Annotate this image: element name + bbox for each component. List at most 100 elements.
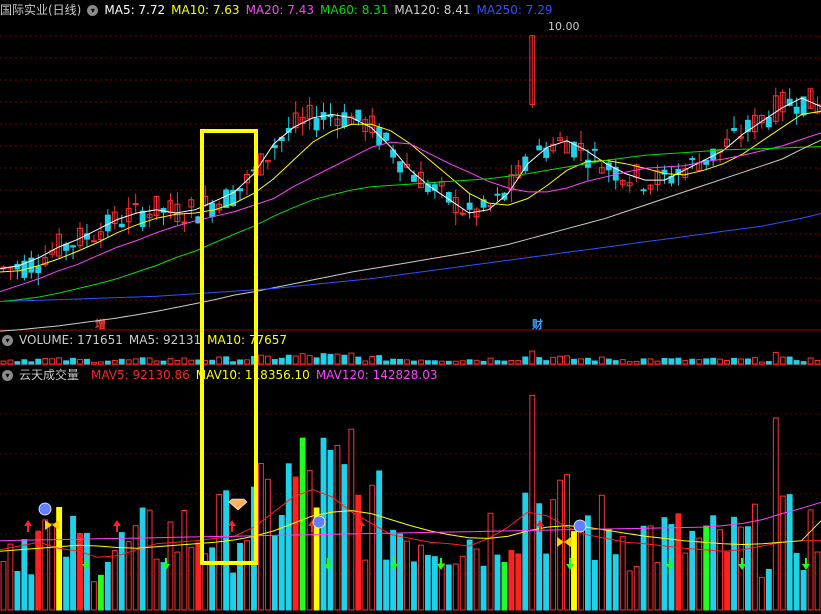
volume-bar (758, 361, 765, 365)
indicator-bar (487, 512, 494, 611)
indicator-bar (703, 525, 710, 611)
volume-bar (327, 353, 334, 365)
indicator-bar (411, 561, 417, 611)
volume-bar (814, 360, 821, 365)
indicator-bars (0, 394, 821, 611)
indicator-bar (264, 478, 271, 611)
candle-body (689, 158, 696, 161)
indicator-bar (257, 463, 264, 611)
indicator-bar (626, 570, 633, 611)
indicator-bar (598, 494, 605, 611)
indicator-bar (153, 558, 160, 611)
indicator-bar (223, 490, 230, 611)
indicator-bar (800, 570, 807, 611)
indicator-bar (765, 568, 772, 611)
indicator-bar (49, 523, 56, 611)
volume-bar (494, 360, 501, 365)
volume-bar (181, 357, 188, 365)
indicator-bar (118, 532, 125, 611)
indicator-bar (675, 513, 682, 611)
volume-bar (626, 361, 633, 365)
candle-body (223, 189, 230, 208)
indicator-bar (578, 524, 584, 611)
indicator-bar (494, 554, 501, 611)
indicator-bar (633, 566, 640, 611)
volume-bar (598, 356, 605, 365)
candle-body (494, 193, 501, 196)
indicator-bar (682, 552, 689, 611)
candlestick-chart[interactable] (0, 0, 821, 614)
volume-bar (564, 355, 570, 365)
volume-bar (28, 361, 35, 365)
butterfly-icon (45, 520, 59, 530)
volume-bar (731, 357, 737, 365)
indicator-bar (717, 529, 724, 611)
volume-bar (167, 358, 174, 365)
volume-bar (376, 355, 383, 365)
volume-bar (209, 359, 216, 365)
volume-bar (383, 360, 390, 365)
down-arrow-icon (802, 558, 810, 570)
volume-bar (807, 357, 814, 365)
volume-bar (285, 354, 292, 365)
volume-bar (49, 358, 56, 365)
volume-bar (237, 359, 243, 365)
indicator-bar (209, 547, 216, 611)
up-arrow-icon (24, 520, 32, 532)
volume-bar (543, 360, 550, 365)
indicator-bar (647, 525, 654, 611)
volume-bar (654, 360, 661, 365)
indicator-bar (97, 574, 104, 611)
volume-bar (717, 358, 724, 365)
volume-bar (278, 357, 285, 365)
volume-bar (438, 360, 445, 365)
volume-bar (411, 360, 417, 365)
volume-bar (42, 358, 49, 365)
volume-bar (703, 358, 710, 365)
volume-bar (97, 361, 104, 365)
volume-bar (689, 358, 696, 365)
indicator-bar (139, 507, 146, 611)
volume-bar (647, 358, 654, 365)
candle-body (591, 148, 598, 151)
indicator-bar (146, 509, 153, 611)
volume-bar (320, 353, 327, 365)
indicator-bar (522, 492, 529, 611)
volume-bar (675, 357, 682, 365)
volume-bar (772, 351, 779, 365)
volume-bar (77, 358, 83, 365)
volume-bar (132, 358, 139, 365)
candle-body (376, 127, 383, 146)
volume-bar (70, 357, 76, 365)
volume-bar (125, 359, 132, 365)
indicator-bar (376, 470, 383, 611)
volume-bar (633, 360, 640, 365)
candle-body (118, 223, 125, 228)
indicator-bar (480, 565, 487, 611)
indicator-bar (793, 552, 800, 611)
indicator-bar (42, 519, 49, 611)
indicator-bar (404, 540, 410, 611)
candle-body (793, 106, 800, 114)
indicator-bar (216, 494, 223, 611)
volume-bar (779, 356, 786, 365)
volume-bar (786, 356, 793, 365)
volume-bar (765, 361, 772, 365)
volume-bar (355, 356, 362, 365)
indicator-bar (501, 562, 508, 611)
indicator-bar (104, 562, 111, 611)
volume-bar (793, 360, 800, 365)
up-arrow-icon (113, 520, 121, 532)
volume-bar (146, 357, 153, 365)
volume-bar (696, 359, 703, 365)
diamond-icon (228, 498, 248, 511)
volume-bar (557, 355, 564, 365)
volume-bar (21, 359, 28, 365)
indicator-bar (334, 444, 341, 611)
indicator-bar (807, 509, 814, 611)
sad-face-icon (312, 515, 326, 529)
indicator-bar (341, 464, 348, 611)
volume-bar (264, 355, 271, 365)
ma-line-ma10 (0, 110, 821, 273)
volume-bars (0, 350, 821, 365)
